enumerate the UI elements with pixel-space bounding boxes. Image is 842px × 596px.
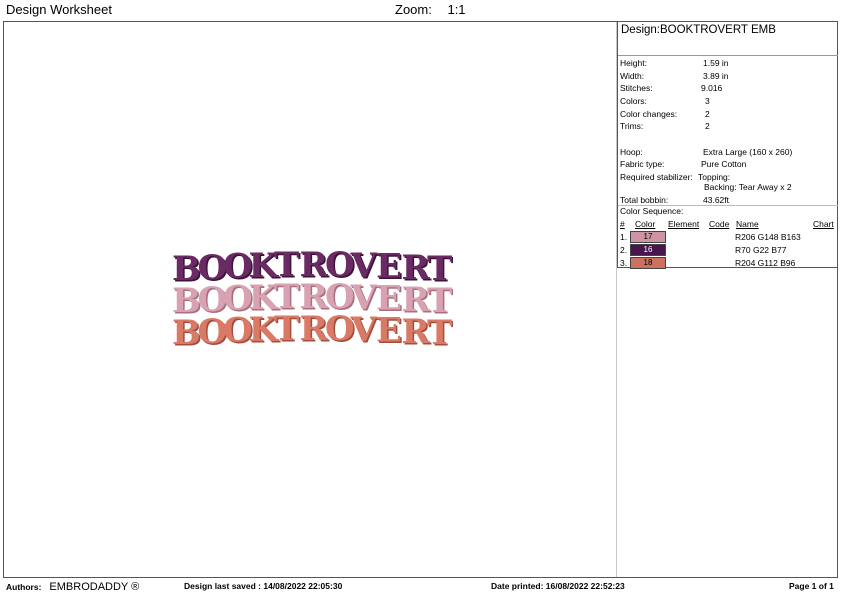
spec-value: 3 [705,96,710,106]
artwork-letter: T [274,309,299,349]
spec-label: Trims: [620,121,644,131]
worksheet-title: Design Worksheet [6,2,112,17]
row-number: 2. [620,245,628,255]
color-row: 1. 17 R206 G148 B163 [618,231,838,243]
color-row: 2. 16 R70 G22 B77 [618,244,838,256]
authors-label: Authors: [6,582,42,592]
row-number: 3. [620,258,628,268]
design-info-panel: Design:BOOKTROVERT EMB Height: 1.59 in W… [617,22,838,269]
color-name: R206 G148 B163 [735,232,801,242]
footer-page-number: Page 1 of 1 [789,581,834,591]
artwork-letter: T [427,313,452,353]
design-title: Design:BOOKTROVERT EMB [621,24,776,36]
row-number: 1. [620,232,628,242]
color-name: R204 G112 B96 [735,258,796,268]
artwork-letter: V [350,310,378,350]
footer-authors: Authors: EMBRODADDY ® [6,581,139,593]
footer-date-printed: Date printed: 16/08/2022 22:52:23 [491,581,625,591]
color-swatch: 18 [630,257,666,269]
col-header-name: Name [736,219,759,229]
stabilizer-label: Required stabilizer: [620,172,693,182]
hoop-value: Extra Large (160 x 260) [703,147,793,157]
zoom-value: 1:1 [447,2,466,17]
color-row: 3. 18 R204 G112 B96 [618,257,838,269]
design-preview: BBOOOOKKTTRROOVVEERRTTBBOOOOKKTTRROOVVEE… [168,248,453,360]
spec-label: Colors: [620,96,647,106]
spec-value: 1.59 in [703,58,729,68]
spec-value: 9.016 [701,83,723,93]
artwork-letter: B [172,313,201,353]
col-header-num: # [620,219,625,229]
color-sequence-title: Color Sequence: [620,206,684,216]
stabilizer-backing: Backing: Tear Away x 2 [704,182,792,192]
col-header-element: Element [668,219,700,229]
col-header-chart: Chart [813,219,834,229]
artwork-letter: E [376,311,402,351]
col-header-code: Code [709,219,730,229]
embroidery-artwork: BBOOOOKKTT RROOVV EE RRTTBBOOOOKKTT RROOVV EE… [172,248,453,355]
spec-label: Stitches: [620,83,653,93]
spec-label: Color changes: [620,109,678,119]
fabric-value: Pure Cotton [701,159,747,169]
spec-value: 2 [705,121,710,131]
spec-value: 3.89 in [703,71,729,81]
title-divider [618,55,838,56]
color-swatch: 16 [630,244,666,256]
hoop-label: Hoop: [620,147,643,157]
spec-label: Height: [620,58,647,68]
spec-value: 2 [705,109,710,119]
author-name: EMBRODADDY ® [49,581,140,593]
artwork-row: BBOOOOKKTT RROOVV EE RRTT [172,309,453,355]
color-name: R70 G22 B77 [735,245,787,255]
col-header-color: Color [635,219,656,229]
spec-label: Width: [620,71,645,81]
zoom-indicator: Zoom: 1:1 [395,2,466,17]
fabric-label: Fabric type: [620,159,665,169]
color-swatch: 17 [630,231,666,243]
footer-last-saved: Design last saved : 14/08/2022 22:05:30 [184,581,343,591]
zoom-label: Zoom: [395,2,432,17]
